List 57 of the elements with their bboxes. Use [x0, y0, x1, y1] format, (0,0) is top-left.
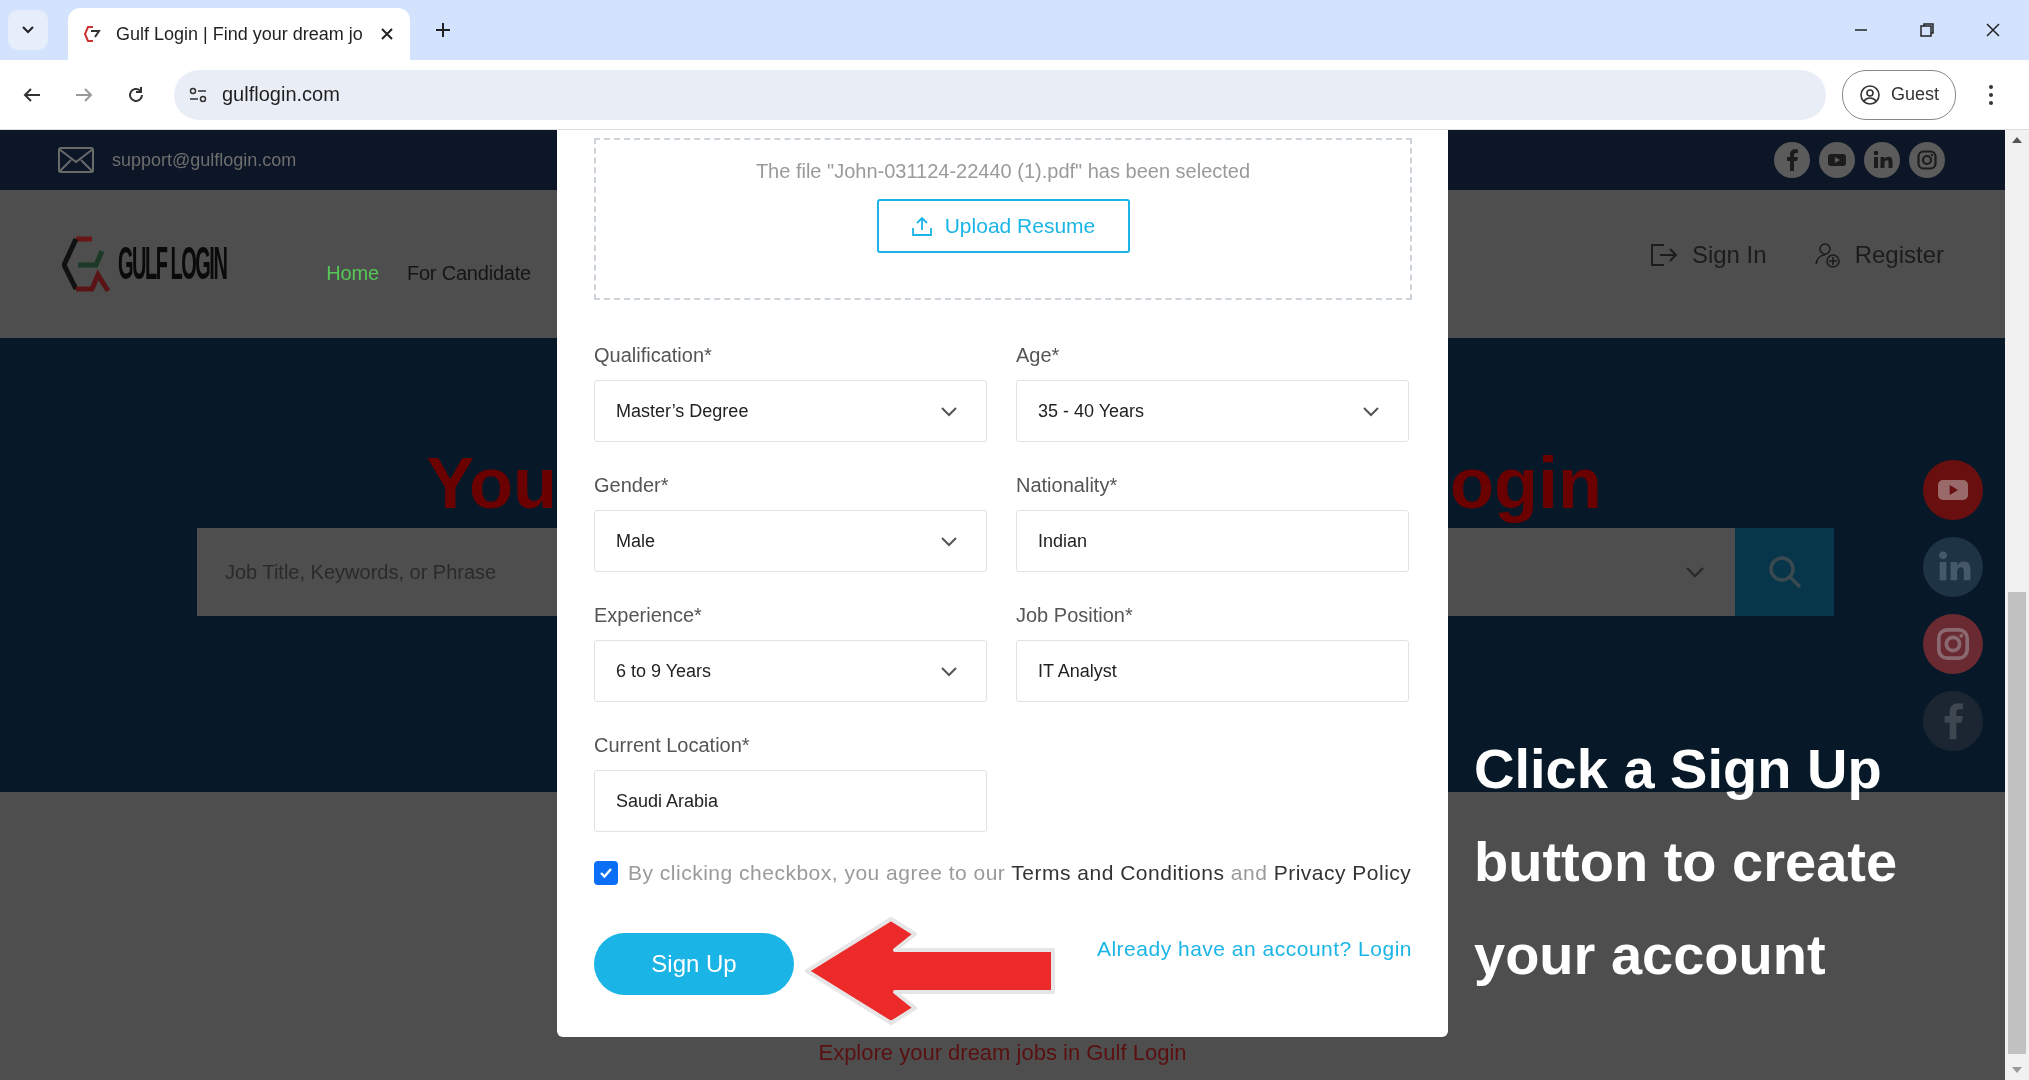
- new-tab-icon[interactable]: [434, 21, 452, 39]
- field-label: Current Location*: [594, 734, 751, 757]
- input-field[interactable]: IT Analyst: [1016, 640, 1409, 702]
- close-icon[interactable]: [380, 27, 394, 41]
- caret-icon: [940, 535, 958, 547]
- profile-button[interactable]: Guest: [1842, 69, 1957, 120]
- hero-title: You: [426, 442, 557, 525]
- agree-checkbox[interactable]: [594, 861, 618, 885]
- scroll-up-icon[interactable]: [2011, 136, 2023, 144]
- address-bar[interactable]: gulflogin.com: [174, 69, 1826, 120]
- terms-link[interactable]: Terms and Conditions: [1011, 861, 1225, 884]
- caret-icon: [1362, 405, 1380, 417]
- tab-title: Gulf Login | Find your dream jo: [116, 23, 364, 45]
- input-field[interactable]: Indian: [1016, 510, 1409, 572]
- instagram-icon[interactable]: [1923, 614, 1983, 674]
- upload-icon: [910, 215, 933, 237]
- annotation-text: Click a Sign Up button to create your account: [1474, 736, 1899, 988]
- email-link[interactable]: support@gulflogin.com: [112, 149, 297, 171]
- mail-icon: [58, 147, 94, 173]
- instagram-icon[interactable]: [1909, 142, 1945, 178]
- select-field[interactable]: 6 to 9 Years: [594, 640, 987, 702]
- select-field[interactable]: 35 - 40 Years: [1016, 380, 1409, 442]
- field-label: Qualification*: [594, 344, 713, 367]
- field-label: Age*: [1016, 344, 1061, 367]
- nav-link[interactable]: Home: [326, 261, 379, 285]
- profile-icon: [1859, 83, 1881, 106]
- agreement-text: By clicking checkbox, you agree to our Terms and Conditions and Privacy Policy: [628, 860, 1412, 886]
- field-label: Nationality*: [1016, 474, 1119, 497]
- add-user-icon: [1814, 242, 1841, 268]
- restore-icon[interactable]: [1919, 22, 1935, 38]
- linkedin-icon[interactable]: [1923, 537, 1983, 597]
- tagline: Explore your dream jobs in Gulf Login: [818, 1040, 1187, 1067]
- site-logo-icon: [84, 24, 104, 44]
- scroll-down-icon[interactable]: [2011, 1066, 2023, 1074]
- hero-title: ogin: [1449, 442, 1602, 525]
- scrollbar-thumb[interactable]: [2008, 592, 2026, 1054]
- browser-tab[interactable]: Gulf Login | Find your dream jo: [68, 8, 410, 60]
- close-icon[interactable]: [1985, 22, 2001, 38]
- caret-icon: [21, 25, 35, 35]
- caret-icon: [940, 405, 958, 417]
- file-status: The file "John-031124-22440 (1).pdf" has been selected: [755, 160, 1251, 183]
- youtube-icon[interactable]: [1819, 142, 1855, 178]
- caret-icon: [1685, 566, 1705, 578]
- select-field[interactable]: Male: [594, 510, 987, 572]
- select-field[interactable]: Master’s Degree: [594, 380, 987, 442]
- youtube-icon[interactable]: [1923, 460, 1983, 520]
- menu-icon[interactable]: [1988, 83, 1995, 106]
- field-label: Job Position*: [1016, 604, 1134, 627]
- reload-icon[interactable]: [126, 84, 146, 105]
- field-label: Experience*: [594, 604, 703, 627]
- input-field[interactable]: Saudi Arabia: [594, 770, 987, 832]
- facebook-icon[interactable]: [1774, 142, 1810, 178]
- field-label: Gender*: [594, 474, 670, 497]
- caret-icon: [940, 665, 958, 677]
- linkedin-icon[interactable]: [1864, 142, 1900, 178]
- sign-in-icon: [1649, 243, 1678, 267]
- privacy-link[interactable]: Privacy Policy: [1273, 861, 1412, 884]
